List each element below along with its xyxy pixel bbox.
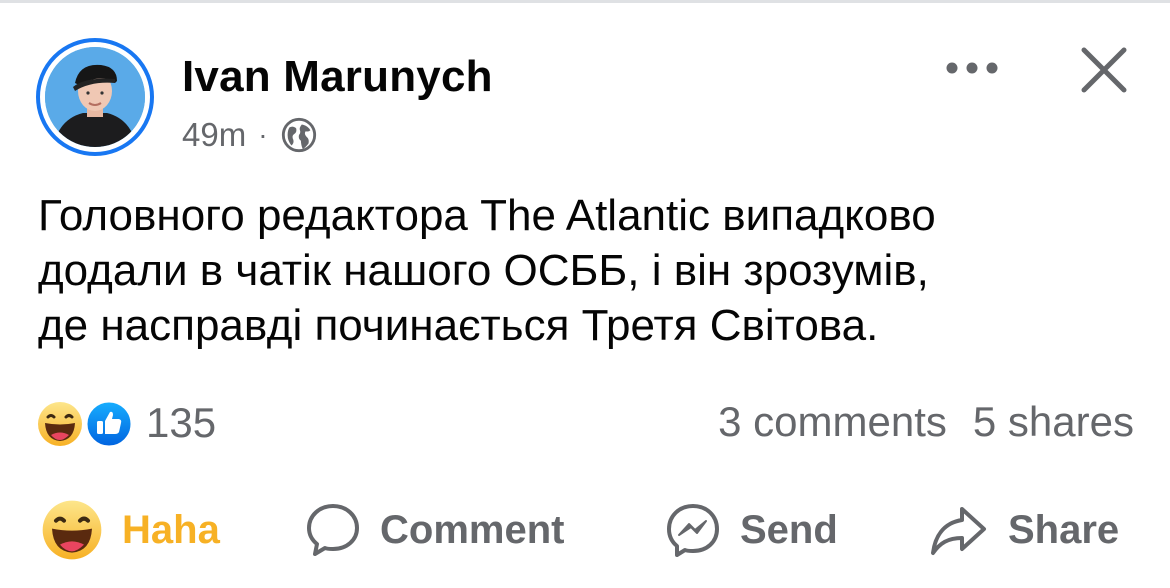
comment-label: Comment <box>380 507 565 552</box>
haha-label: Haha <box>122 507 220 552</box>
shares-count-link[interactable]: 5 shares <box>973 398 1134 446</box>
globe-icon[interactable] <box>280 116 318 154</box>
avatar-photo <box>45 47 145 147</box>
haha-icon <box>38 402 82 446</box>
share-icon <box>931 507 986 555</box>
more-options-button[interactable] <box>944 50 1000 86</box>
avatar[interactable] <box>36 38 154 156</box>
reactions-summary[interactable]: 135 <box>36 398 217 449</box>
author-name[interactable]: Ivan Marunych <box>182 52 493 102</box>
share-label: Share <box>1008 507 1120 552</box>
post-text-line: Головного редактора The Atlantic випадко… <box>38 191 936 240</box>
meta-separator: · <box>258 119 268 150</box>
top-divider <box>0 0 1170 3</box>
close-icon[interactable] <box>1078 44 1130 96</box>
post-text: Головного редактора The Atlantic випадко… <box>38 188 1138 353</box>
send-button[interactable]: Send <box>664 490 838 570</box>
post-text-line: де насправді починається Третя Світова. <box>38 301 879 350</box>
like-icon <box>84 399 134 449</box>
reaction-count: 135 <box>146 399 217 446</box>
comment-button[interactable]: Comment <box>304 490 564 570</box>
comments-count-link[interactable]: 3 comments <box>718 398 947 446</box>
messenger-icon <box>667 504 719 557</box>
post-time[interactable]: 49m <box>182 116 246 154</box>
action-bar: Haha Comment Send Share <box>0 490 1170 570</box>
haha-reaction-button[interactable]: Haha <box>40 490 220 570</box>
post-text-line: додали в чатік нашого ОСББ, і він зрозум… <box>38 246 929 295</box>
more-options-icon <box>946 62 998 74</box>
post-stats: 3 comments 5 shares <box>718 398 1134 446</box>
haha-icon <box>42 500 102 560</box>
share-button[interactable]: Share <box>928 490 1119 570</box>
post-meta: 49m · <box>182 116 318 154</box>
send-label: Send <box>740 507 838 552</box>
comment-icon <box>307 504 359 556</box>
reaction-icons <box>36 398 136 449</box>
